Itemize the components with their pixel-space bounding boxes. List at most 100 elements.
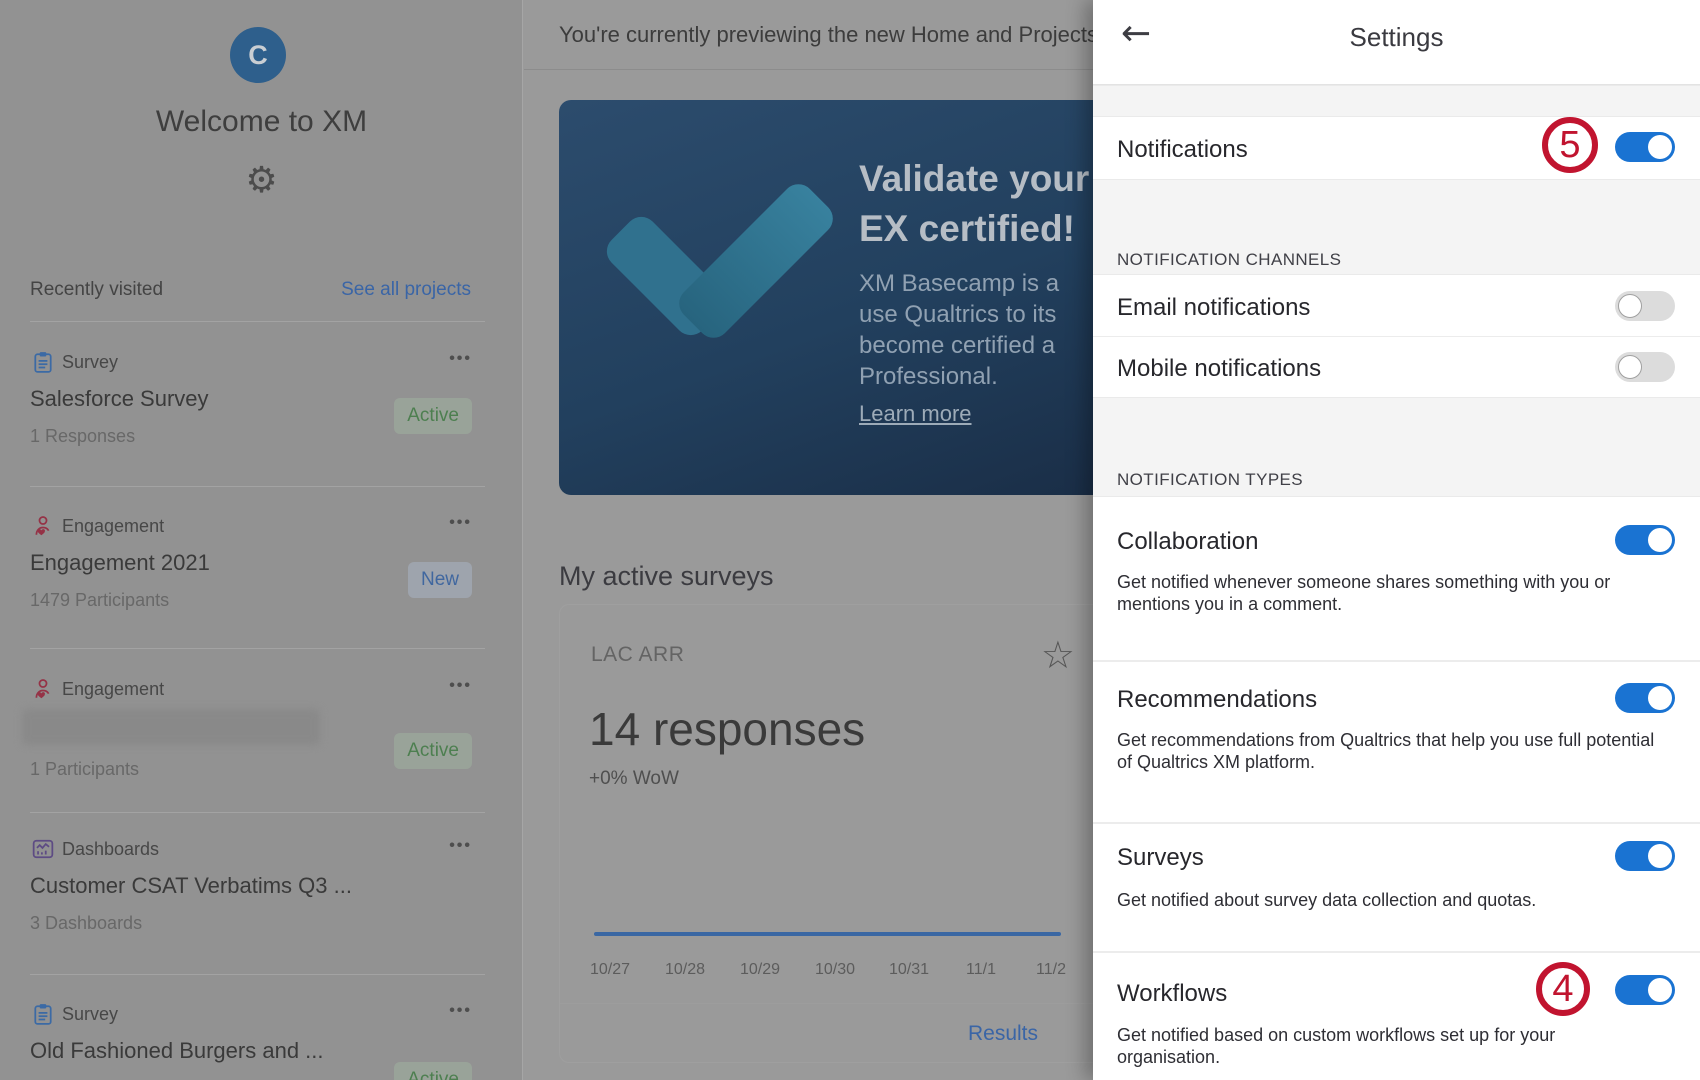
collaboration-description: Get notified whenever someone shares som… xyxy=(1117,571,1610,593)
x-tick: 10/27 xyxy=(580,961,640,979)
project-type-label: Engagement xyxy=(62,516,164,537)
project-type-label: Engagement xyxy=(62,679,164,700)
toggle-knob xyxy=(1648,135,1672,159)
divider xyxy=(30,648,485,649)
notification-types-header: NOTIFICATION TYPES xyxy=(1117,470,1303,490)
notifications-toggle[interactable] xyxy=(1615,132,1675,162)
recommendations-description: of Qualtrics XM platform. xyxy=(1117,751,1315,773)
status-badge: Active xyxy=(394,733,472,769)
recommendations-label: Recommendations xyxy=(1117,686,1317,714)
toggle-knob xyxy=(1618,355,1642,379)
project-item-old-fashioned-burgers[interactable]: Survey ••• Old Fashioned Burgers and ...… xyxy=(0,992,523,1080)
project-meta: 1479 Participants xyxy=(30,590,169,611)
project-name[interactable]: Engagement 2021 xyxy=(30,550,390,576)
workflows-description: organisation. xyxy=(1117,1046,1220,1068)
x-tick: 11/1 xyxy=(951,961,1011,979)
checkmark-logo-icon xyxy=(673,178,840,345)
see-all-projects-link[interactable]: See all projects xyxy=(341,279,471,301)
dashboards-icon xyxy=(32,838,54,860)
engagement-icon xyxy=(32,515,54,537)
surveys-label: Surveys xyxy=(1117,844,1204,872)
section-gap: NOTIFICATION CHANNELS xyxy=(1093,179,1700,275)
notifications-label: Notifications xyxy=(1117,136,1248,164)
gear-icon[interactable]: ⚙ xyxy=(0,160,523,201)
status-badge: Active xyxy=(394,398,472,434)
divider xyxy=(1093,951,1700,953)
divider xyxy=(1093,660,1700,662)
responses-metric: 14 responses xyxy=(589,702,865,756)
app-window: C Welcome to XM ⚙ Recently visited See a… xyxy=(0,0,1700,1080)
avatar[interactable]: C xyxy=(230,27,286,83)
x-tick: 10/28 xyxy=(655,961,715,979)
preview-notice-bar: You're currently previewing the new Home… xyxy=(524,0,1093,70)
toggle-knob xyxy=(1648,686,1672,710)
star-favorite-icon[interactable]: ☆ xyxy=(1041,633,1075,677)
surveys-toggle[interactable] xyxy=(1615,841,1675,871)
banner-body-text: use Qualtrics to its xyxy=(859,299,1056,330)
divider xyxy=(30,974,485,975)
preview-notice-text: You're currently previewing the new Home… xyxy=(559,22,1093,48)
project-type-label: Survey xyxy=(62,352,118,373)
survey-card-title: LAC ARR xyxy=(591,643,684,667)
results-link[interactable]: Results xyxy=(968,1022,1038,1046)
project-item-salesforce-survey[interactable]: Survey ••• Salesforce Survey 1 Responses… xyxy=(0,340,523,490)
survey-icon xyxy=(32,1003,54,1025)
notification-channels-header: NOTIFICATION CHANNELS xyxy=(1117,250,1341,270)
collaboration-label: Collaboration xyxy=(1117,528,1258,556)
project-item-customer-csat[interactable]: Dashboards ••• Customer CSAT Verbatims Q… xyxy=(0,827,523,977)
workflows-label: Workflows xyxy=(1117,980,1227,1008)
banner-body-text: Professional. xyxy=(859,361,998,392)
ellipsis-menu-icon[interactable]: ••• xyxy=(449,514,472,532)
recommendations-description: Get recommendations from Qualtrics that … xyxy=(1117,729,1654,751)
divider xyxy=(30,812,485,813)
banner-headline: Validate your xyxy=(859,158,1089,200)
project-meta: 1 Responses xyxy=(30,426,135,447)
recently-visited-label: Recently visited xyxy=(30,279,163,301)
project-type-label: Dashboards xyxy=(62,839,159,860)
section-gap xyxy=(1093,85,1700,117)
welcome-title: Welcome to XM xyxy=(0,105,523,139)
project-item-engagement-redacted[interactable]: Engagement ••• 1 Participants Active xyxy=(0,667,523,817)
redacted-project-name xyxy=(22,709,320,745)
collaboration-description: mentions you in a comment. xyxy=(1117,593,1342,615)
divider xyxy=(1093,822,1700,824)
divider xyxy=(30,321,485,322)
ellipsis-menu-icon[interactable]: ••• xyxy=(449,837,472,855)
x-tick: 11/2 xyxy=(1021,961,1081,979)
divider xyxy=(30,486,485,487)
ex-basecamp-banner[interactable]: Validate your EX certified! XM Basecamp … xyxy=(559,100,1093,495)
divider xyxy=(1093,336,1700,337)
project-name[interactable]: Salesforce Survey xyxy=(30,386,390,412)
wow-delta: +0% WoW xyxy=(589,768,679,790)
collaboration-toggle[interactable] xyxy=(1615,525,1675,555)
email-notifications-toggle[interactable] xyxy=(1615,291,1675,321)
ellipsis-menu-icon[interactable]: ••• xyxy=(449,350,472,368)
section-gap: NOTIFICATION TYPES xyxy=(1093,397,1700,497)
ellipsis-menu-icon[interactable]: ••• xyxy=(449,677,472,695)
settings-title: Settings xyxy=(1093,22,1700,53)
active-survey-card[interactable]: LAC ARR ☆ 14 responses +0% WoW 10/27 10/… xyxy=(559,604,1093,1063)
toggle-knob xyxy=(1648,844,1672,868)
project-name[interactable]: Customer CSAT Verbatims Q3 ... xyxy=(30,873,390,899)
project-item-engagement-2021[interactable]: Engagement ••• Engagement 2021 1479 Part… xyxy=(0,504,523,654)
annotation-circle-4: 4 xyxy=(1536,962,1590,1016)
x-tick: 10/31 xyxy=(879,961,939,979)
email-notifications-label: Email notifications xyxy=(1117,294,1310,322)
project-name[interactable]: Old Fashioned Burgers and ... xyxy=(30,1038,390,1064)
mobile-notifications-label: Mobile notifications xyxy=(1117,355,1321,383)
main-content: You're currently previewing the new Home… xyxy=(524,0,1093,1080)
ellipsis-menu-icon[interactable]: ••• xyxy=(449,1002,472,1020)
status-badge: New xyxy=(408,562,472,598)
engagement-icon xyxy=(32,678,54,700)
divider xyxy=(560,1003,1094,1004)
active-surveys-title: My active surveys xyxy=(559,561,774,592)
mobile-notifications-toggle[interactable] xyxy=(1615,352,1675,382)
annotation-circle-5: 5 xyxy=(1542,117,1598,173)
learn-more-link[interactable]: Learn more xyxy=(859,401,972,427)
settings-panel: ← Settings Notifications 5 NOTIFICATION … xyxy=(1093,0,1700,1080)
settings-header: ← Settings xyxy=(1093,0,1700,85)
survey-icon xyxy=(32,351,54,373)
recommendations-toggle[interactable] xyxy=(1615,683,1675,713)
workflows-toggle[interactable] xyxy=(1615,975,1675,1005)
toggle-knob xyxy=(1618,294,1642,318)
